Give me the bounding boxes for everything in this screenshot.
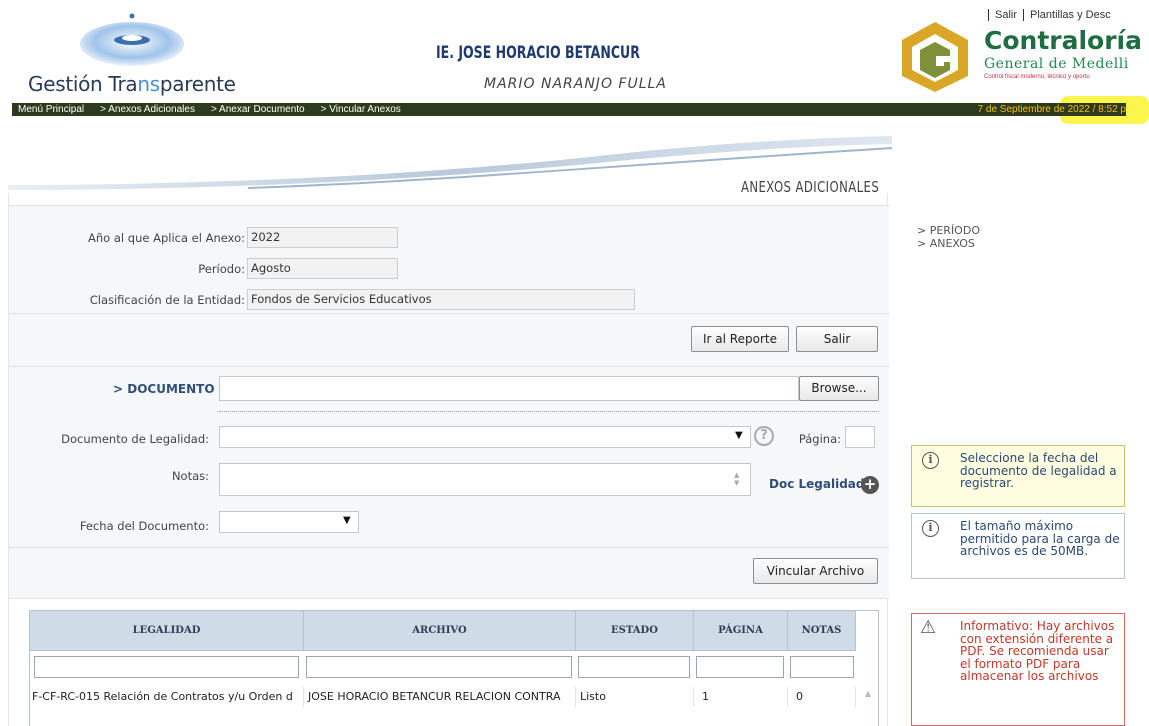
size-tip: i El tamaño máximo permitido para la car… xyxy=(911,513,1125,579)
warning-icon: ⚠ xyxy=(920,617,937,638)
exit-button[interactable]: Salir xyxy=(796,326,878,352)
breadcrumb-link-annexes[interactable]: > Vincular Anexos xyxy=(315,104,401,115)
format-warning: ⚠ Informativo: Hay archivos con extensió… xyxy=(911,613,1125,726)
gestion-logo-icon xyxy=(80,13,184,66)
year-field: 2022 xyxy=(247,227,398,248)
user-name: MARIO NARANJO FULLA xyxy=(484,76,667,92)
section-title: ANEXOS ADICIONALES xyxy=(740,178,879,196)
side-nav: > PERÍODO > ANEXOS xyxy=(917,224,980,250)
templates-link[interactable]: Plantillas y Desc xyxy=(1023,9,1117,21)
info-icon: i xyxy=(922,520,939,537)
cell-archivo: JOSE HORACIO BETANCUR RELACION CONTRA xyxy=(304,687,576,707)
report-button[interactable]: Ir al Reporte xyxy=(691,326,789,352)
doc-date-select[interactable] xyxy=(219,511,359,533)
breadcrumb-attach[interactable]: > Anexar Documento xyxy=(205,104,305,115)
brand-name: Gestión Transparente xyxy=(28,72,236,96)
browse-button[interactable]: Browse... xyxy=(799,376,879,401)
divider xyxy=(9,598,889,599)
size-tip-text: El tamaño máximo permitido para la carga… xyxy=(960,519,1120,558)
cell-notas: 0 xyxy=(788,687,856,707)
header: Gestión Transparente IE. JOSE HORACIO BE… xyxy=(0,0,1149,104)
dotted-divider xyxy=(219,411,879,412)
add-icon[interactable]: + xyxy=(861,476,879,494)
page-label: Página: xyxy=(798,432,841,446)
contraloria-subtitle: General de Medelli xyxy=(984,56,1129,72)
cell-pagina: 1 xyxy=(694,687,788,707)
doc-date-label: Fecha del Documento: xyxy=(79,519,209,533)
legal-doc-select[interactable] xyxy=(219,426,751,448)
breadcrumb: Menú Principal > Anexos Adicionales > Anex… xyxy=(12,103,1126,116)
doc-legal-link[interactable]: Doc Legalidad xyxy=(769,477,864,491)
column-estado[interactable]: ESTADO xyxy=(576,611,694,651)
format-warning-text: Informativo: Hay archivos con extensión … xyxy=(960,619,1115,683)
side-nav-annexes[interactable]: > ANEXOS xyxy=(917,237,980,250)
top-links: Salir Plantillas y Desc xyxy=(988,9,1117,21)
filter-archivo[interactable] xyxy=(306,656,572,678)
cell-legalidad: F-CF-RC-015 Relación de Contratos y/u Or… xyxy=(30,687,304,707)
file-path-input[interactable] xyxy=(219,376,799,401)
classification-field: Fondos de Servicios Educativos xyxy=(247,289,635,310)
document-label: > DOCUMENTO xyxy=(113,382,215,396)
notes-label: Notas: xyxy=(171,469,209,483)
date-tip: i Seleccione la fecha del documento de l… xyxy=(911,445,1125,507)
current-date: 7 de Septiembre de 2022 / 8:52 p xyxy=(977,104,1126,115)
contraloria-title: Contraloría xyxy=(984,26,1142,55)
cell-estado: Listo xyxy=(576,687,694,707)
filter-pagina[interactable] xyxy=(696,656,784,678)
classification-label: Clasificación de la Entidad: xyxy=(89,293,245,307)
dropdown-caret-icon[interactable]: ▼ xyxy=(343,515,351,526)
column-archivo[interactable]: ARCHIVO xyxy=(304,611,576,651)
period-field: Agosto xyxy=(247,258,398,279)
contraloria-slogan: Control fiscal moderno, técnico y oportu xyxy=(984,74,1090,80)
scroll-up-icon[interactable]: ▲ xyxy=(865,689,871,698)
page-input[interactable] xyxy=(845,426,875,448)
info-icon: i xyxy=(922,452,939,469)
date-tip-text: Seleccione la fecha del documento de leg… xyxy=(960,451,1117,490)
contraloria-logo-icon xyxy=(902,22,968,92)
help-icon[interactable]: ? xyxy=(754,426,774,446)
column-legalidad[interactable]: LEGALIDAD xyxy=(30,611,304,651)
period-label: Período: xyxy=(198,262,245,276)
table-header: LEGALIDAD ARCHIVO ESTADO PÁGINA NOTAS xyxy=(30,611,856,651)
school-name: IE. JOSE HORACIO BETANCUR xyxy=(436,43,640,63)
filter-estado[interactable] xyxy=(578,656,690,678)
breadcrumb-main-menu[interactable]: Menú Principal xyxy=(12,104,84,115)
year-label: Año al que Aplica el Anexo: xyxy=(88,231,245,245)
column-pagina[interactable]: PÁGINA xyxy=(694,611,788,651)
breadcrumb-annexes[interactable]: > Anexos Adicionales xyxy=(94,104,195,115)
notes-textarea[interactable] xyxy=(219,463,751,496)
legal-doc-label: Documento de Legalidad: xyxy=(61,432,209,446)
dropdown-caret-icon[interactable]: ▼ xyxy=(735,430,743,441)
main-panel: ANEXOS ADICIONALES Año al que Aplica el … xyxy=(8,178,889,726)
logout-link[interactable]: Salir xyxy=(988,9,1023,21)
link-file-button[interactable]: Vincular Archivo xyxy=(753,558,878,584)
annexes-table: LEGALIDAD ARCHIVO ESTADO PÁGINA NOTAS F-… xyxy=(29,610,879,726)
scroll-arrows-icon: ▲ ▼ xyxy=(734,471,740,487)
column-notas[interactable]: NOTAS xyxy=(788,611,856,651)
side-nav-period[interactable]: > PERÍODO xyxy=(917,224,980,237)
filter-notas[interactable] xyxy=(790,656,854,678)
filter-legalidad[interactable] xyxy=(34,656,299,678)
